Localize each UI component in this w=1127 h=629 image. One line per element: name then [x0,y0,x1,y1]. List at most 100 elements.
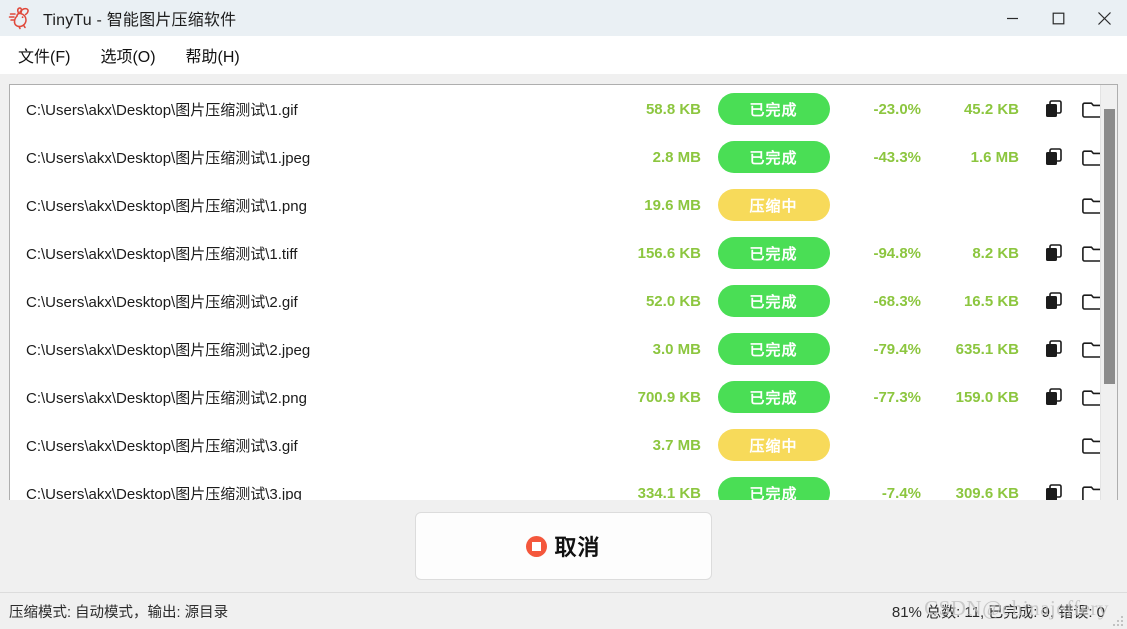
copy-icon[interactable] [1041,240,1067,266]
maximize-icon [1052,12,1064,24]
reduction-percent: -23.0% [873,100,921,118]
status-bar: 压缩模式: 自动模式，输出: 源目录 81% 总数: 11, 已完成: 9, 错… [0,592,1127,629]
vertical-scrollbar[interactable] [1100,85,1117,500]
table-row[interactable]: C:\Users\akx\Desktop\图片压缩测试\3.jpg 334.1 K… [10,469,1117,501]
table-row[interactable]: C:\Users\akx\Desktop\图片压缩测试\2.jpeg 3.0 MB… [10,325,1117,373]
status-cell: 已完成 [701,285,846,317]
row-actions [1041,336,1107,362]
compressed-size: 45.2 KB [963,100,1019,118]
status-badge: 已完成 [717,381,830,413]
status-badge: 压缩中 [717,429,830,461]
status-cell: 已完成 [701,333,846,365]
copy-icon[interactable] [1041,480,1067,500]
row-actions [1041,432,1107,458]
status-cell: 已完成 [701,477,846,500]
status-cell: 已完成 [701,381,846,413]
close-icon [1097,11,1111,25]
copy-icon[interactable] [1041,288,1067,314]
status-progress-text: 81% 总数: 11, 已完成: 9, 错误: 0 [891,603,1105,621]
status-badge: 已完成 [717,237,830,269]
file-list-area: C:\Users\akx\Desktop\图片压缩测试\1.gif 58.8 KB… [0,74,1127,500]
row-actions [1041,384,1107,410]
reduction-percent: -94.8% [873,244,921,262]
reduction-percent: -7.4% [881,484,921,501]
reduction-percent: -68.3% [873,292,921,310]
status-badge: 已完成 [717,285,830,317]
reduction-percent: -43.3% [873,148,921,166]
copy-icon[interactable] [1041,384,1067,410]
copy-icon[interactable] [1041,336,1067,362]
row-actions [1041,96,1107,122]
menu-bar: 文件(F) 选项(O) 帮助(H) [0,36,1127,74]
row-actions [1041,288,1107,314]
status-badge: 压缩中 [717,189,830,221]
original-size: 3.0 MB [652,340,701,358]
copy-icon[interactable] [1041,96,1067,122]
close-button[interactable] [1081,0,1127,36]
row-actions [1041,144,1107,170]
original-size: 52.0 KB [645,292,701,310]
status-cell: 压缩中 [701,189,846,221]
table-row[interactable]: C:\Users\akx\Desktop\图片压缩测试\1.gif 58.8 KB… [10,85,1117,133]
status-mode-text: 压缩模式: 自动模式，输出: 源目录 [9,604,229,621]
status-badge: 已完成 [717,333,830,365]
status-badge: 已完成 [717,93,830,125]
original-size: 2.8 MB [652,148,701,166]
reduction-percent: -79.4% [873,340,921,358]
file-path: C:\Users\akx\Desktop\图片压缩测试\3.jpg [26,485,302,501]
file-path: C:\Users\akx\Desktop\图片压缩测试\3.gif [26,437,298,455]
status-badge: 已完成 [717,141,830,173]
status-cell: 已完成 [701,237,846,269]
minimize-button[interactable] [989,0,1035,36]
file-path: C:\Users\akx\Desktop\图片压缩测试\2.jpeg [26,341,311,359]
compressed-size: 309.6 KB [955,484,1019,501]
scrollbar-thumb[interactable] [1104,109,1115,384]
file-list-rows: C:\Users\akx\Desktop\图片压缩测试\1.gif 58.8 KB… [10,85,1117,501]
original-size: 700.9 KB [637,388,701,406]
table-row[interactable]: C:\Users\akx\Desktop\图片压缩测试\3.gif 3.7 MB 压… [10,421,1117,469]
reduction-percent: -77.3% [873,388,921,406]
file-path: C:\Users\akx\Desktop\图片压缩测试\1.jpeg [26,149,311,167]
maximize-button[interactable] [1035,0,1081,36]
table-row[interactable]: C:\Users\akx\Desktop\图片压缩测试\1.jpeg 2.8 MB… [10,133,1117,181]
row-actions [1041,480,1107,500]
original-size: 334.1 KB [637,484,701,501]
menu-file[interactable]: 文件(F) [6,39,82,71]
minimize-icon [1006,17,1018,19]
file-list-panel: C:\Users\akx\Desktop\图片压缩测试\1.gif 58.8 KB… [9,84,1118,500]
row-actions [1041,240,1107,266]
table-row[interactable]: C:\Users\akx\Desktop\图片压缩测试\2.gif 52.0 KB… [10,277,1117,325]
compressed-size: 635.1 KB [955,340,1019,358]
original-size: 58.8 KB [645,100,701,118]
compressed-size: 8.2 KB [972,244,1019,262]
stop-icon [526,535,548,557]
action-area: 取消 [0,500,1127,592]
table-row[interactable]: C:\Users\akx\Desktop\图片压缩测试\2.png 700.9 K… [10,373,1117,421]
table-row[interactable]: C:\Users\akx\Desktop\图片压缩测试\1.png 19.6 MB… [10,181,1117,229]
menu-options[interactable]: 选项(O) [88,39,167,71]
status-cell: 压缩中 [701,429,846,461]
file-path: C:\Users\akx\Desktop\图片压缩测试\2.gif [26,293,298,311]
cancel-button-label: 取消 [554,535,601,560]
file-path: C:\Users\akx\Desktop\图片压缩测试\2.png [26,389,307,407]
row-actions [1041,192,1107,218]
compressed-size: 159.0 KB [955,388,1019,406]
rabbit-icon [8,7,29,30]
original-size: 3.7 MB [652,436,701,454]
original-size: 19.6 MB [644,196,701,214]
file-path: C:\Users\akx\Desktop\图片压缩测试\1.tiff [26,245,298,263]
compressed-size: 16.5 KB [963,292,1019,310]
compressed-size: 1.6 MB [970,148,1019,166]
status-cell: 已完成 [701,93,846,125]
window-controls [989,0,1127,36]
table-row[interactable]: C:\Users\akx\Desktop\图片压缩测试\1.tiff 156.6 … [10,229,1117,277]
copy-icon[interactable] [1041,144,1067,170]
status-cell: 已完成 [701,141,846,173]
file-path: C:\Users\akx\Desktop\图片压缩测试\1.png [26,197,307,215]
window-title: TinyTu - 智能图片压缩软件 [43,12,237,29]
status-badge: 已完成 [717,477,830,500]
cancel-button[interactable]: 取消 [415,512,712,580]
menu-help[interactable]: 帮助(H) [174,39,252,71]
title-bar: TinyTu - 智能图片压缩软件 [0,0,1127,36]
original-size: 156.6 KB [637,244,701,262]
